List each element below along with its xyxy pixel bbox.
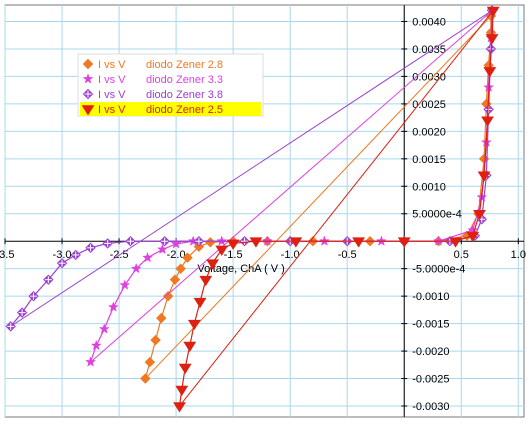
y-tick-label: 0.0040 (412, 16, 446, 28)
y-tick-label: 0.0030 (412, 71, 446, 83)
x-tick-label: -2.0 (167, 249, 186, 261)
y-tick-label: -0.0025 (412, 374, 449, 386)
y-tick-label: 5.0000e-4 (412, 209, 462, 221)
y-tick-label: -5.0000e-4 (412, 264, 465, 276)
x-tick-label: -3.5 (0, 249, 14, 261)
legend-label: I vs V (98, 104, 126, 116)
legend-series-name: diodo Zener 2.8 (146, 59, 223, 71)
legend-label: I vs V (98, 74, 126, 86)
y-tick-label: 0.0020 (412, 126, 446, 138)
x-tick-label: -1.5 (224, 249, 243, 261)
x-tick-label: -0.5 (338, 249, 357, 261)
legend-label: I vs V (98, 59, 126, 71)
y-tick-label: -0.0030 (412, 401, 449, 413)
y-tick-label: -0.0010 (412, 291, 449, 303)
legend: I vs V diodo Zener 2.8 I vs V diodo Zener 3… (77, 53, 264, 117)
y-tick-label: 0.0015 (412, 154, 446, 166)
x-tick-label: -1.0 (281, 249, 300, 261)
y-tick-label: 0.0025 (412, 99, 446, 111)
y-tick-label: -0.0015 (412, 319, 449, 331)
x-tick-label: 0.5 (454, 249, 469, 261)
legend-series-name: diodo Zener 3.3 (146, 74, 223, 86)
y-tick-label: 0.0035 (412, 44, 446, 56)
legend-series-name: diodo Zener 3.8 (146, 89, 223, 101)
chart-svg: -3.5-3.0-2.5-2.0-1.5-1.0-0.50.51.00.0040… (0, 4, 526, 418)
x-tick-label: 1.0 (511, 249, 526, 261)
chart: -3.5-3.0-2.5-2.0-1.5-1.0-0.50.51.00.0040… (0, 0, 529, 422)
legend-series-name: diodo Zener 2.5 (146, 104, 223, 116)
legend-label: I vs V (98, 89, 126, 101)
y-tick-label: 0.0010 (412, 181, 446, 193)
y-tick-label: -0.0020 (412, 346, 449, 358)
